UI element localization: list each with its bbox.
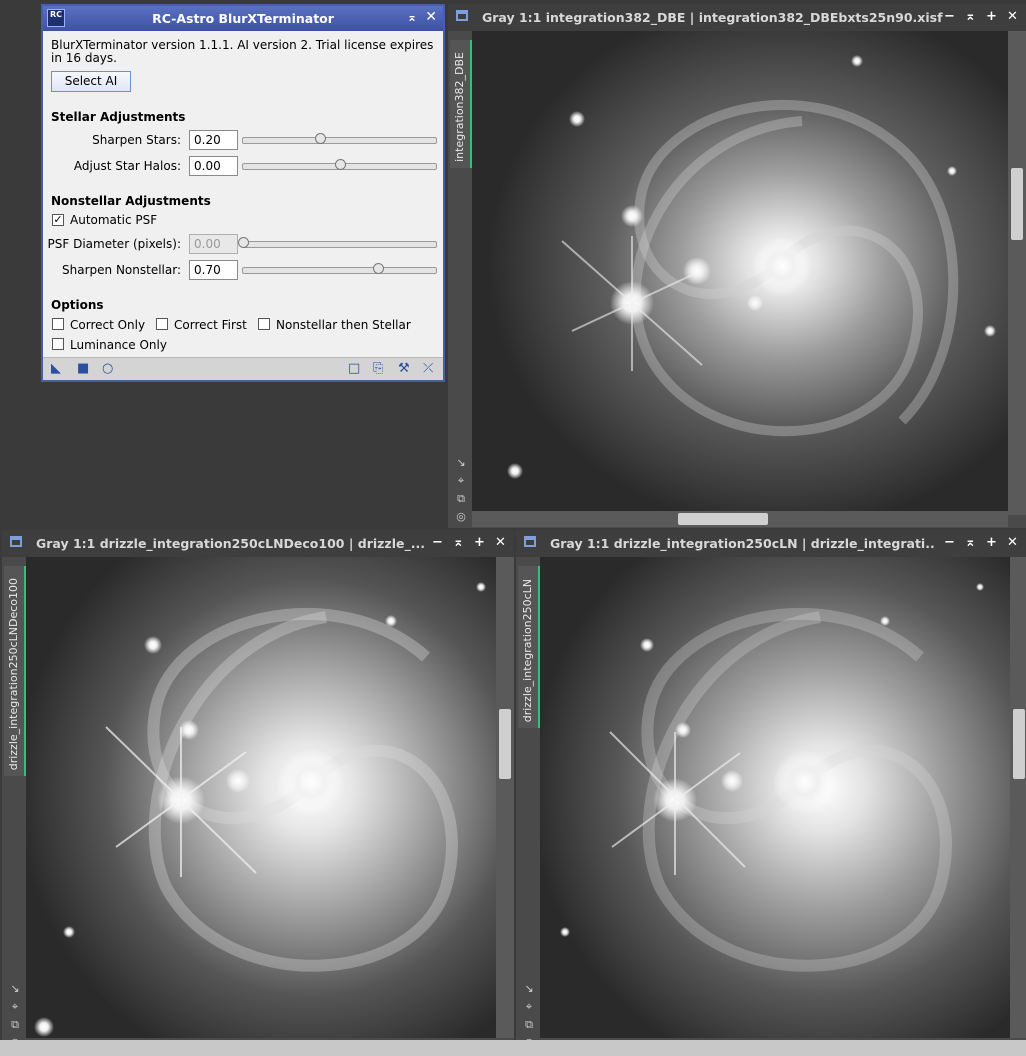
vertical-scrollbar[interactable] xyxy=(1010,557,1026,1038)
apply-global-icon[interactable]: ■ xyxy=(77,361,89,376)
adjust-halos-field[interactable]: 0.00 xyxy=(189,156,238,176)
window-title: Gray 1:1 drizzle_integration250cLNDeco10… xyxy=(36,536,425,551)
automatic-psf-label: Automatic PSF xyxy=(70,213,158,227)
preview-icon[interactable]: □ xyxy=(348,361,360,376)
clone-icon[interactable]: ⧉ xyxy=(519,1016,539,1034)
sharpen-nonstellar-slider[interactable] xyxy=(242,263,437,274)
clone-icon[interactable]: ⧉ xyxy=(5,1016,25,1034)
shade-icon[interactable]: ⌅ xyxy=(449,534,468,552)
shade-icon[interactable]: ⌅ xyxy=(407,10,417,24)
image-window-top: Gray 1:1 integration382_DBE | integratio… xyxy=(448,4,1026,528)
center-icon[interactable]: ⌖ xyxy=(519,998,539,1016)
minimize-icon[interactable]: − xyxy=(940,8,959,26)
stellar-header: Stellar Adjustments xyxy=(51,110,186,124)
save-icon[interactable]: ⎘ xyxy=(373,361,383,376)
view-tab-label: integration382_DBE xyxy=(453,52,466,162)
window-titlebar[interactable]: Gray 1:1 integration382_DBE | integratio… xyxy=(448,4,1026,31)
psf-diameter-field: 0.00 xyxy=(189,234,238,254)
vertical-scroll-thumb[interactable] xyxy=(499,709,511,779)
blurxterminator-dialog: RC RC-Astro BlurXTerminator ⌅ ✕ BlurXTer… xyxy=(41,4,445,382)
slider-knob[interactable] xyxy=(373,263,385,274)
sharpen-stars-slider[interactable] xyxy=(242,133,437,144)
view-tab[interactable]: drizzle_integration250cLN xyxy=(518,566,540,728)
window-titlebar[interactable]: Gray 1:1 drizzle_integration250cLN | dri… xyxy=(516,530,1026,557)
adjust-halos-slider[interactable] xyxy=(242,159,437,170)
vertical-scroll-thumb[interactable] xyxy=(1013,709,1025,779)
window-icon xyxy=(524,536,536,547)
slider-knob[interactable] xyxy=(315,133,327,144)
correct-only-checkbox[interactable] xyxy=(52,318,64,330)
window-title: Gray 1:1 integration382_DBE | integratio… xyxy=(482,10,943,25)
view-tab[interactable]: drizzle_integration250cLNDeco100 xyxy=(4,566,26,776)
galaxy-image-3 xyxy=(540,557,1010,1038)
maximize-icon[interactable]: + xyxy=(982,8,1001,26)
shade-icon[interactable]: ⌅ xyxy=(961,534,980,552)
new-instance-icon[interactable]: ◣ xyxy=(51,361,61,376)
close-icon[interactable]: ✕ xyxy=(491,534,510,552)
close-icon[interactable]: ✕ xyxy=(1003,8,1022,26)
psf-diameter-slider xyxy=(238,237,437,248)
center-icon[interactable]: ⌖ xyxy=(5,998,25,1016)
nonstellar-header: Nonstellar Adjustments xyxy=(51,194,211,208)
window-icon xyxy=(456,10,468,21)
close-icon[interactable]: ✕ xyxy=(1003,534,1022,552)
psf-diameter-label: PSF Diameter (pixels): xyxy=(47,237,181,251)
vertical-scrollbar[interactable] xyxy=(496,557,514,1038)
sharpen-nonstellar-label: Sharpen Nonstellar: xyxy=(62,263,181,277)
window-icon xyxy=(10,536,22,547)
nonstellar-then-stellar-checkbox[interactable] xyxy=(258,318,270,330)
maximize-icon[interactable]: + xyxy=(982,534,1001,552)
window-titlebar[interactable]: Gray 1:1 drizzle_integration250cLNDeco10… xyxy=(2,530,514,557)
clone-icon[interactable]: ⧉ xyxy=(451,490,471,508)
luminance-only-checkbox[interactable] xyxy=(52,338,64,350)
sharpen-nonstellar-field[interactable]: 0.70 xyxy=(189,260,238,280)
galaxy-image-1 xyxy=(472,31,1008,515)
view-tab-label: drizzle_integration250cLNDeco100 xyxy=(7,577,20,770)
correct-first-label: Correct First xyxy=(174,318,247,332)
dialog-titlebar[interactable]: RC RC-Astro BlurXTerminator ⌅ ✕ xyxy=(43,6,443,31)
version-text: BlurXTerminator version 1.1.1. AI versio… xyxy=(51,38,434,65)
options-header: Options xyxy=(51,298,104,312)
view-tab[interactable]: integration382_DBE xyxy=(450,40,472,168)
reset-icon[interactable]: ⤫ xyxy=(423,361,433,376)
maximize-icon[interactable]: + xyxy=(470,534,489,552)
galaxy-image-2 xyxy=(26,557,498,1038)
image-window-bottom-right: Gray 1:1 drizzle_integration250cLN | dri… xyxy=(516,530,1026,1040)
zoom-fit-icon[interactable]: ↘ xyxy=(519,980,539,998)
shade-icon[interactable]: ⌅ xyxy=(961,8,980,26)
sharpen-stars-label: Sharpen Stars: xyxy=(92,133,181,147)
center-icon[interactable]: ⌖ xyxy=(451,472,471,490)
image-window-bottom-left: Gray 1:1 drizzle_integration250cLNDeco10… xyxy=(2,530,514,1040)
automatic-psf-checkbox[interactable]: ✓ xyxy=(52,214,64,226)
target-icon[interactable]: ◎ xyxy=(451,508,471,526)
horizontal-scroll-thumb[interactable] xyxy=(678,513,768,525)
image-viewport[interactable] xyxy=(26,557,498,1038)
nonstellar-then-stellar-label: Nonstellar then Stellar xyxy=(276,318,411,332)
vertical-scrollbar[interactable] xyxy=(1008,31,1026,515)
slider-knob[interactable] xyxy=(334,159,346,170)
dialog-title: RC-Astro BlurXTerminator xyxy=(152,11,334,26)
luminance-only-label: Luminance Only xyxy=(70,338,167,352)
close-icon[interactable]: ✕ xyxy=(425,9,437,25)
minimize-icon[interactable]: − xyxy=(940,534,959,552)
image-viewport[interactable] xyxy=(540,557,1010,1038)
execute-icon[interactable]: ○ xyxy=(102,361,113,376)
sharpen-stars-field[interactable]: 0.20 xyxy=(189,130,238,150)
zoom-fit-icon[interactable]: ↘ xyxy=(451,454,471,472)
window-title: Gray 1:1 drizzle_integration250cLN | dri… xyxy=(550,536,936,551)
minimize-icon[interactable]: − xyxy=(428,534,447,552)
slider-knob xyxy=(238,237,249,248)
vertical-scroll-thumb[interactable] xyxy=(1011,168,1023,240)
view-tab-label: drizzle_integration250cLN xyxy=(521,578,534,722)
correct-only-label: Correct Only xyxy=(70,318,146,332)
zoom-fit-icon[interactable]: ↘ xyxy=(5,980,25,998)
adjust-halos-label: Adjust Star Halos: xyxy=(73,159,181,173)
select-ai-button[interactable]: Select AI xyxy=(51,71,131,92)
status-bar xyxy=(0,1040,1026,1056)
horizontal-scrollbar[interactable] xyxy=(472,511,1008,527)
dialog-footer: ◣ ■ ○ □ ⎘ ⚒ ⤫ xyxy=(43,357,443,380)
image-viewport[interactable] xyxy=(472,31,1008,515)
correct-first-checkbox[interactable] xyxy=(156,318,168,330)
settings-icon[interactable]: ⚒ xyxy=(398,361,410,376)
